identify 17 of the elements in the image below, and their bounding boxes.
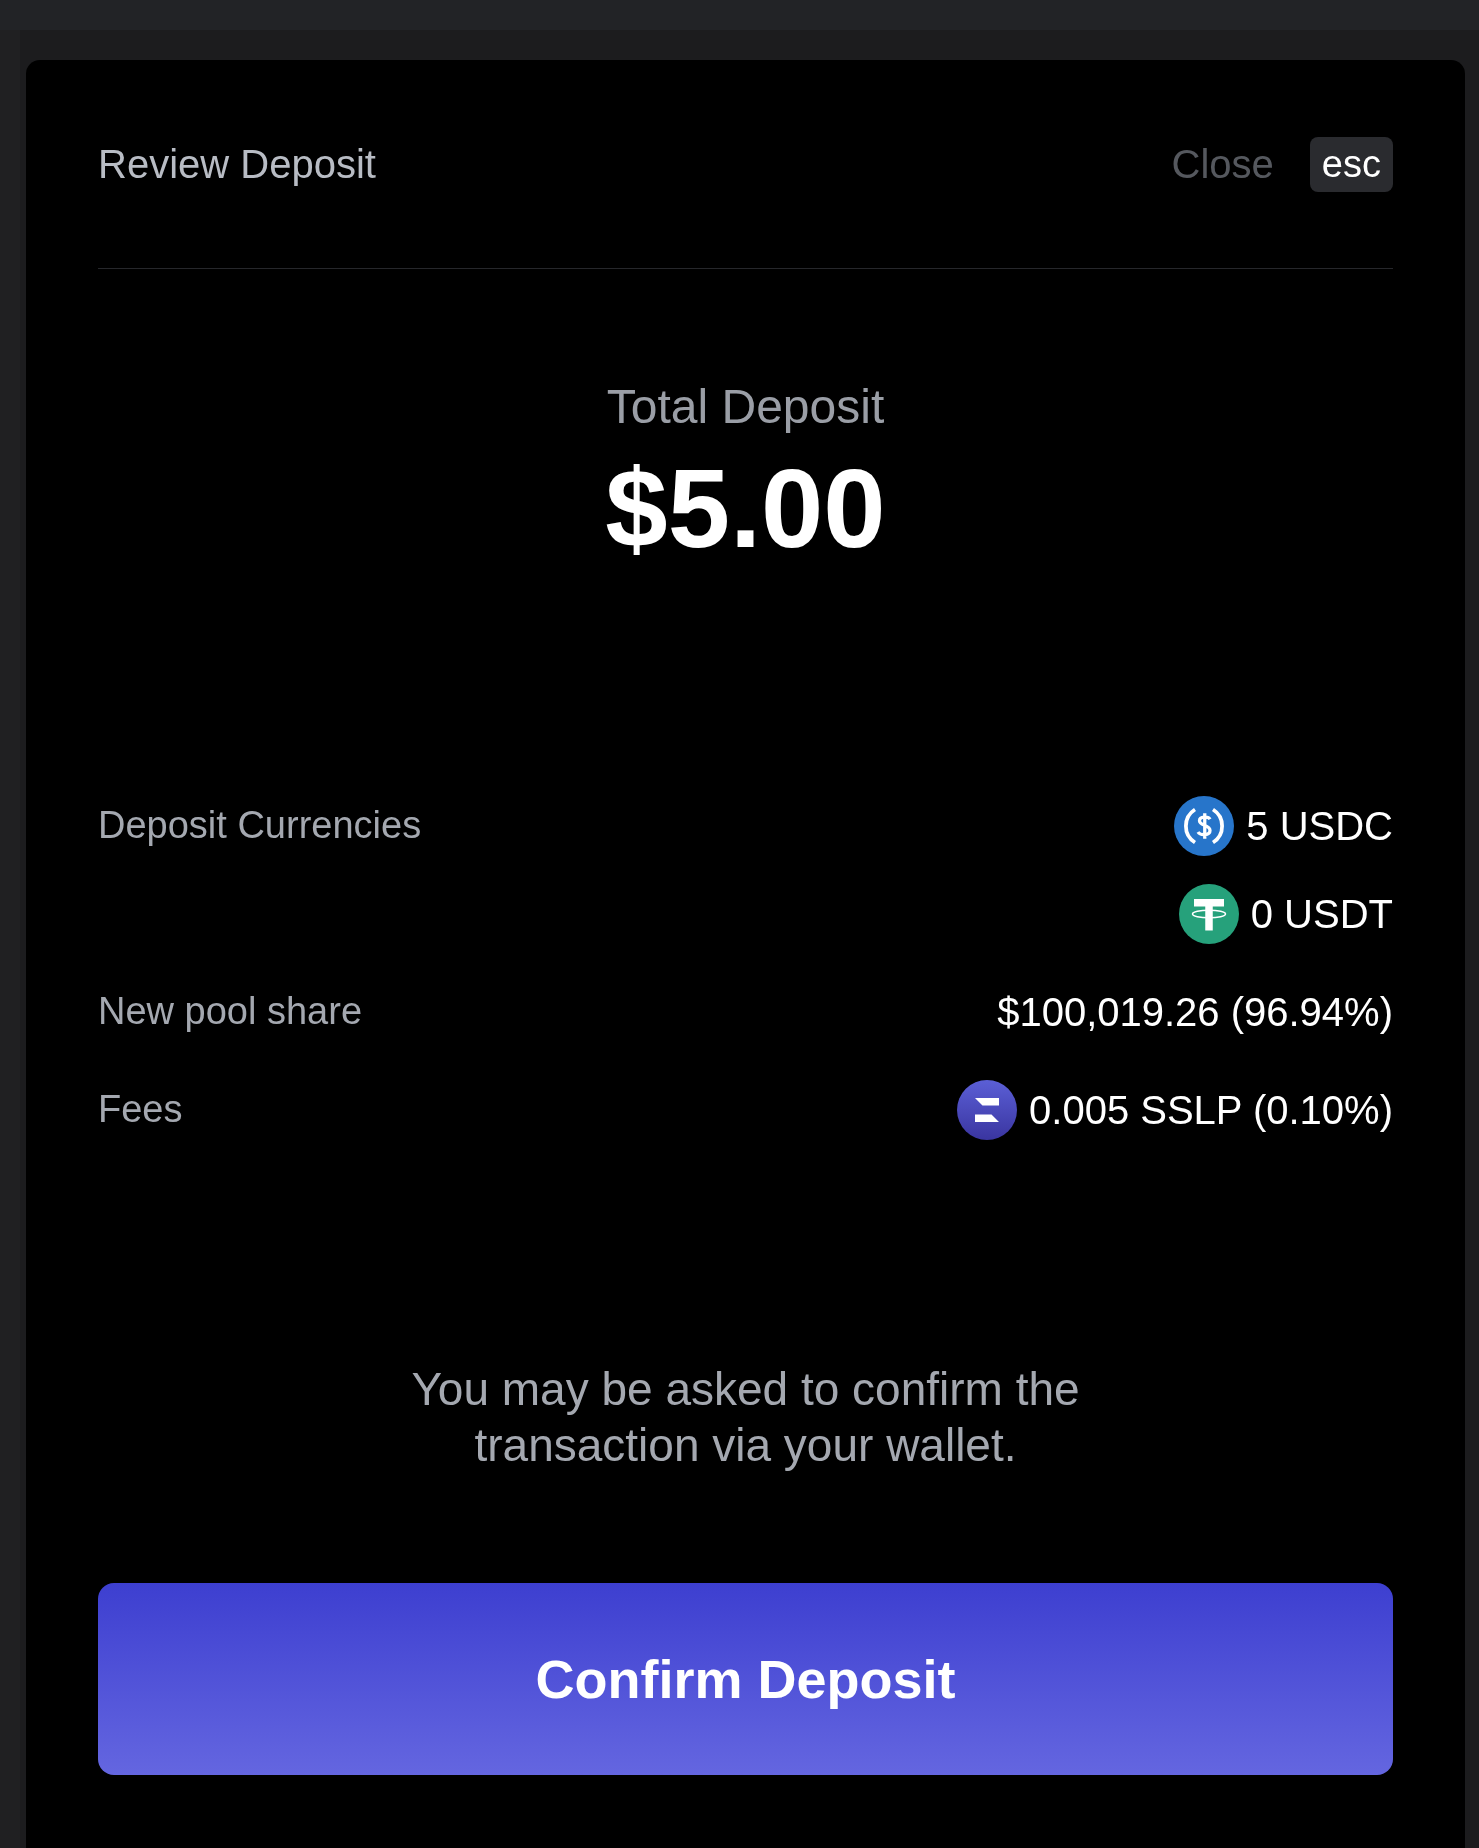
- detail-value: 5 USDC: [1246, 803, 1393, 849]
- esc-key-hint: esc: [1309, 136, 1393, 192]
- wallet-note: You may be asked to confirm the transaction via your wallet.: [410, 1362, 1081, 1474]
- detail-value: $100,019.26 (96.94%): [997, 989, 1393, 1035]
- total-amount: $5.00: [605, 445, 886, 573]
- coin-icon: [1178, 884, 1239, 944]
- detail-label: Deposit Currencies: [98, 803, 422, 848]
- close-button[interactable]: Close: [1171, 141, 1274, 187]
- detail-value: 0 USDT: [1250, 891, 1393, 937]
- detail-label: Fees: [98, 1087, 183, 1132]
- dialog-title: Review Deposit: [98, 141, 376, 187]
- token-icon: [957, 1080, 1018, 1140]
- confirm-deposit-button[interactable]: Confirm Deposit: [98, 1583, 1393, 1776]
- detail-label: New pool share: [98, 989, 363, 1034]
- detail-value: 0.005 SSLP (0.10%): [1029, 1087, 1393, 1133]
- coin-icon: [1174, 796, 1235, 856]
- total-label: Total Deposit: [606, 379, 885, 434]
